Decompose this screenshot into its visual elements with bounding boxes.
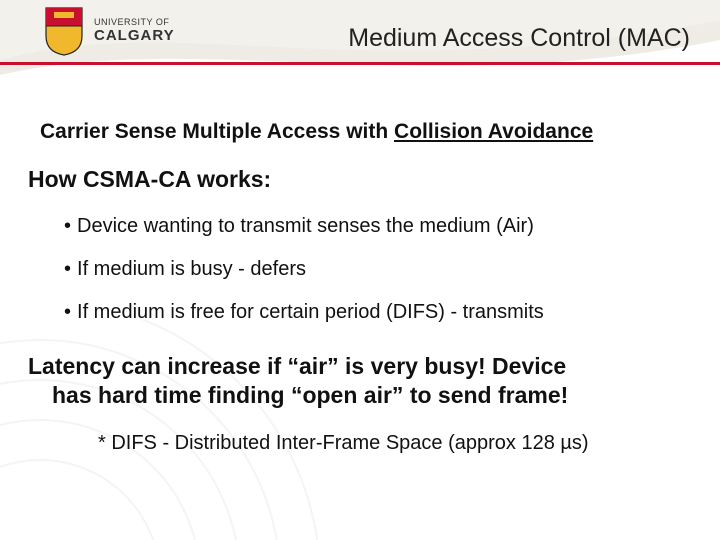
header-divider — [0, 62, 720, 65]
subtitle-underlined: Collision Avoidance — [394, 120, 593, 143]
slide-title: Medium Access Control (MAC) — [348, 24, 690, 53]
crest-icon — [44, 6, 84, 56]
bullet-dot-icon: • — [64, 258, 71, 280]
slide-body: Carrier Sense Multiple Access with Colli… — [0, 72, 720, 455]
latency-note: Latency can increase if “air” is very bu… — [28, 352, 688, 410]
bullet-item: • If medium is free for certain period (D… — [64, 301, 692, 324]
bullet-dot-icon: • — [64, 215, 71, 237]
how-heading: How CSMA-CA works: — [28, 166, 692, 193]
bullet-list: • Device wanting to transmit senses the m… — [64, 215, 692, 324]
latency-line1: Latency can increase if “air” is very bu… — [28, 353, 566, 379]
bullet-text: If medium is busy - defers — [77, 258, 306, 280]
university-logo: UNIVERSITY OF CALGARY — [44, 6, 175, 56]
latency-line2: has hard time finding “open air” to send… — [52, 381, 688, 410]
slide-header: UNIVERSITY OF CALGARY Medium Access Cont… — [0, 0, 720, 72]
bullet-item: • If medium is busy - defers — [64, 258, 692, 281]
bullet-item: • Device wanting to transmit senses the m… — [64, 215, 692, 238]
footnote: * DIFS - Distributed Inter-Frame Space (… — [98, 432, 692, 455]
bullet-dot-icon: • — [64, 301, 71, 323]
university-name: UNIVERSITY OF CALGARY — [94, 18, 175, 43]
university-line2: CALGARY — [94, 28, 175, 44]
subtitle: Carrier Sense Multiple Access with Colli… — [40, 120, 692, 144]
bullet-text: If medium is free for certain period (DI… — [77, 301, 544, 323]
subtitle-prefix: Carrier Sense Multiple Access with — [40, 120, 394, 143]
bullet-text: Device wanting to transmit senses the me… — [77, 215, 534, 237]
